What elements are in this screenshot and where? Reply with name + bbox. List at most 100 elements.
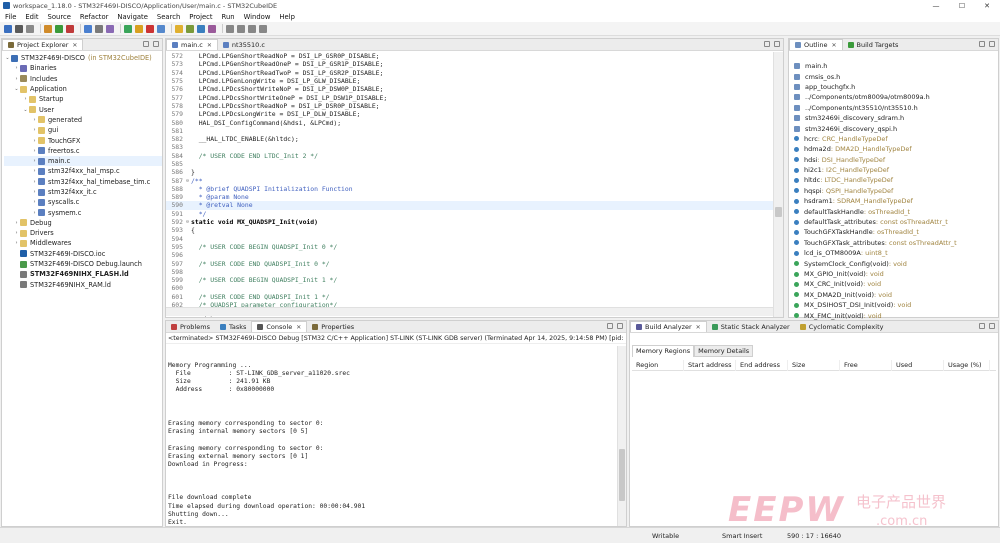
expand-arrow-icon[interactable]: › — [13, 230, 20, 236]
outline-item[interactable]: stm32469i_discovery_sdram.h — [789, 113, 998, 123]
close-icon[interactable]: ✕ — [207, 42, 212, 49]
expand-arrow-icon[interactable]: › — [31, 138, 38, 144]
tree-item-generated[interactable]: › generated — [4, 115, 162, 125]
highlight-icon[interactable] — [175, 24, 183, 33]
code-line[interactable]: 601 /* USER CODE END QUADSPI_Init 1 */ — [166, 293, 783, 301]
search-icon[interactable] — [84, 24, 92, 33]
console-scrollbar[interactable] — [617, 346, 626, 526]
tab-tasks[interactable]: Tasks — [215, 321, 251, 332]
tab-static-stack-analyzer[interactable]: Static Stack Analyzer — [707, 321, 795, 332]
code-line[interactable]: 576 LPCmd.LPDcsShortWriteNoP = DSI_LP_DS… — [166, 85, 783, 93]
maximize-view-icon[interactable] — [989, 41, 995, 47]
settings-icon[interactable] — [106, 24, 114, 33]
minimize-view-icon[interactable] — [979, 41, 985, 47]
console-output[interactable]: Memory Programming ... File : ST-LINK_GD… — [166, 344, 626, 529]
tree-item-includes[interactable]: › Includes — [4, 74, 162, 84]
tree-item-stm32f469i-disco-debug-launch[interactable]: STM32F469I-DISCO Debug.launch — [4, 259, 162, 269]
column-header-start-address[interactable]: Start address — [684, 359, 736, 371]
expand-arrow-icon[interactable]: › — [31, 199, 38, 205]
outline-item[interactable]: TouchGFXTask_attributes : const osThread… — [789, 238, 998, 248]
code-line[interactable]: 598 — [166, 268, 783, 276]
code-line[interactable]: 592 ⊖ static void MX_QUADSPI_Init(void) — [166, 218, 783, 226]
tree-item-stm32f4xx-hal-msp-c[interactable]: › stm32f4xx_hal_msp.c — [4, 166, 162, 176]
tree-item-main-c[interactable]: › main.c — [4, 155, 162, 167]
connect-icon[interactable] — [157, 24, 165, 33]
expand-arrow-icon[interactable]: › — [31, 168, 38, 174]
project-root[interactable]: ⌄ STM32F469I-DISCO (in STM32CubeIDE) — [4, 53, 162, 63]
save-all-icon[interactable] — [26, 24, 34, 33]
navigate-icon[interactable] — [197, 24, 205, 33]
bookmark-icon[interactable] — [208, 24, 216, 33]
code-line[interactable]: 586} — [166, 168, 783, 176]
minimize-view-icon[interactable] — [143, 41, 149, 47]
new-file-icon[interactable] — [4, 24, 12, 33]
column-header-end-address[interactable]: End address — [736, 359, 788, 371]
tree-item-startup[interactable]: › Startup — [4, 94, 162, 104]
menu-item-project[interactable]: Project — [189, 13, 212, 21]
down-icon[interactable] — [259, 24, 267, 33]
tab-main-c[interactable]: main.c ✕ — [166, 39, 218, 50]
tree-item-application[interactable]: ⌄ Application — [4, 84, 162, 94]
code-line[interactable]: 575 LPCmd.LPGenLongWrite = DSI_LP_GLW_DI… — [166, 77, 783, 85]
column-header-usage-[interactable]: Usage (%) — [944, 359, 990, 371]
outline-item[interactable]: stm32469i_discovery_qspi.h — [789, 123, 998, 133]
code-line[interactable]: 583 — [166, 143, 783, 151]
code-line[interactable]: 579 LPCmd.LPDcsLongWrite = DSI_LP_DLW_DI… — [166, 110, 783, 118]
tab-problems[interactable]: Problems — [166, 321, 215, 332]
outline-item[interactable]: cmsis_os.h — [789, 71, 998, 81]
tab-build-targets[interactable]: Build Targets — [843, 39, 904, 50]
maximize-button[interactable]: ☐ — [948, 0, 976, 11]
menu-item-source[interactable]: Source — [48, 13, 71, 21]
tab-cyclomatic-complexity[interactable]: Cyclomatic Complexity — [795, 321, 889, 332]
menu-item-refactor[interactable]: Refactor — [80, 13, 109, 21]
expand-arrow-icon[interactable]: › — [31, 189, 38, 195]
maximize-view-icon[interactable] — [989, 323, 995, 329]
code-line[interactable]: 585 — [166, 160, 783, 168]
close-icon[interactable]: ✕ — [72, 42, 77, 49]
tree-item-stm32f4xx-it-c[interactable]: › stm32f4xx_it.c — [4, 187, 162, 197]
outline-item[interactable]: defaultTaskHandle : osThreadId_t — [789, 206, 998, 216]
annotation-icon[interactable] — [186, 24, 194, 33]
menu-item-navigate[interactable]: Navigate — [117, 13, 148, 21]
menu-item-edit[interactable]: Edit — [25, 13, 38, 21]
tab-project-explorer[interactable]: Project Explorer ✕ — [2, 39, 84, 50]
back-icon[interactable] — [226, 24, 234, 33]
maximize-view-icon[interactable] — [153, 41, 159, 47]
expand-arrow-icon[interactable]: › — [31, 210, 38, 216]
minimize-view-icon[interactable] — [607, 323, 613, 329]
close-icon[interactable]: ✕ — [296, 324, 301, 331]
code-line[interactable]: 594 — [166, 235, 783, 243]
outline-item[interactable]: hsdram1 : SDRAM_HandleTypeDef — [789, 196, 998, 206]
tree-item-binaries[interactable]: › Binaries — [4, 63, 162, 73]
code-line[interactable]: 600 — [166, 284, 783, 292]
code-line[interactable]: 589 * @param None — [166, 193, 783, 201]
code-line[interactable]: 577 LPCmd.LPDcsShortWriteOneP = DSI_LP_D… — [166, 93, 783, 102]
outline-item[interactable]: main.h — [789, 61, 998, 71]
debug-icon[interactable] — [66, 24, 74, 33]
outline-item[interactable]: MX_CRC_Init(void) : void — [789, 279, 998, 289]
build-icon[interactable] — [44, 24, 52, 33]
code-line[interactable]: 591 */ — [166, 210, 783, 218]
expand-arrow-icon[interactable]: › — [13, 220, 20, 226]
code-line[interactable]: 596 — [166, 251, 783, 259]
tree-item-stm32f469i-disco-ioc[interactable]: STM32F469I-DISCO.ioc — [4, 249, 162, 259]
outline-item[interactable]: ../Components/otm8009a/otm8009a.h — [789, 92, 998, 102]
code-line[interactable]: 588 * @brief QUADSPI Initialization Func… — [166, 185, 783, 193]
close-icon[interactable]: ✕ — [696, 324, 701, 331]
tree-item-freertos-c[interactable]: › freertos.c — [4, 146, 162, 156]
tree-item-drivers[interactable]: › Drivers — [4, 228, 162, 238]
editor-hscrollbar[interactable] — [166, 307, 773, 316]
close-icon[interactable]: ✕ — [832, 42, 837, 49]
column-header-region[interactable]: Region — [632, 359, 684, 371]
outline-item[interactable]: defaultTask_attributes : const osThreadA… — [789, 217, 998, 227]
outline-item[interactable]: hdsi : DSI_HandleTypeDef — [789, 155, 998, 165]
tree-item-stm32f469nihx-flash-ld[interactable]: STM32F469NIHX_FLASH.ld — [4, 269, 162, 279]
menu-item-run[interactable]: Run — [222, 13, 235, 21]
code-line[interactable]: 595 /* USER CODE BEGIN QUADSPI_Init 0 */ — [166, 243, 783, 251]
outline-item[interactable]: app_touchgfx.h — [789, 82, 998, 92]
tree-item-stm32f469nihx-ram-ld[interactable]: STM32F469NIHX_RAM.ld — [4, 280, 162, 290]
outline-item[interactable]: hltdc : LTDC_HandleTypeDef — [789, 175, 998, 185]
outline-item[interactable]: hqspi : QSPI_HandleTypeDef — [789, 186, 998, 196]
code-line[interactable]: 590 * @retval None — [166, 201, 783, 210]
code-line[interactable]: 574 LPCmd.LPGenShortReadTwoP = DSI_LP_GS… — [166, 69, 783, 77]
